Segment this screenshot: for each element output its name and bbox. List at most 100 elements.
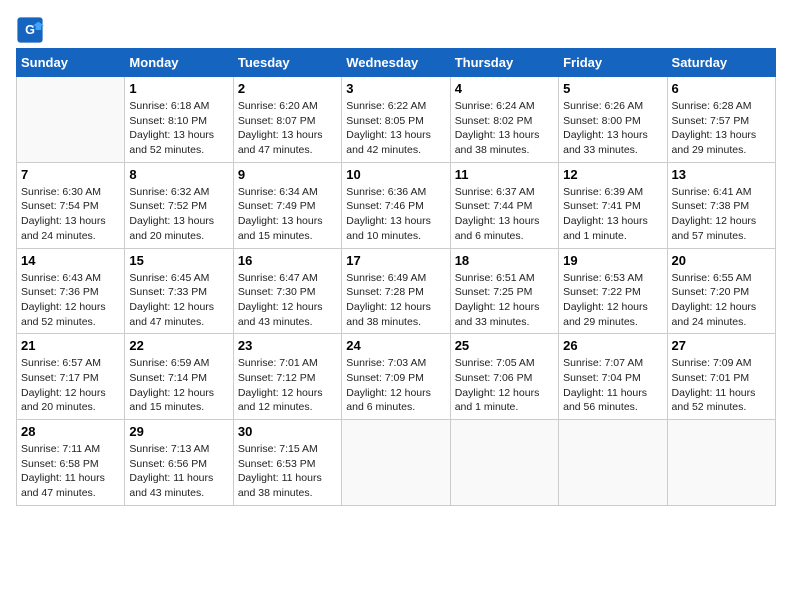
calendar-cell: 29 Sunrise: 7:13 AM Sunset: 6:56 PM Dayli…: [125, 420, 233, 506]
weekday-header-saturday: Saturday: [667, 49, 775, 77]
day-content: Sunrise: 6:45 AM Sunset: 7:33 PM Dayligh…: [129, 271, 228, 330]
day-number: 2: [238, 81, 337, 96]
day-number: 15: [129, 253, 228, 268]
day-content: Sunrise: 7:05 AM Sunset: 7:06 PM Dayligh…: [455, 356, 554, 415]
calendar-cell: 5 Sunrise: 6:26 AM Sunset: 8:00 PM Daylig…: [559, 77, 667, 163]
day-number: 22: [129, 338, 228, 353]
calendar-cell: 23Sunrise: 7:01 AM Sunset: 7:12 PM Dayli…: [233, 334, 341, 420]
day-content: Sunrise: 6:30 AM Sunset: 7:54 PM Dayligh…: [21, 185, 120, 244]
day-number: 18: [455, 253, 554, 268]
day-number: 16: [238, 253, 337, 268]
calendar-cell: 1 Sunrise: 6:18 AM Sunset: 8:10 PM Daylig…: [125, 77, 233, 163]
day-number: 26: [563, 338, 662, 353]
calendar-cell: 7 Sunrise: 6:30 AM Sunset: 7:54 PM Daylig…: [17, 162, 125, 248]
calendar-week-row: 7 Sunrise: 6:30 AM Sunset: 7:54 PM Daylig…: [17, 162, 776, 248]
day-content: Sunrise: 6:26 AM Sunset: 8:00 PM Dayligh…: [563, 99, 662, 158]
calendar-cell: 8 Sunrise: 6:32 AM Sunset: 7:52 PM Daylig…: [125, 162, 233, 248]
weekday-header-thursday: Thursday: [450, 49, 558, 77]
day-content: Sunrise: 6:28 AM Sunset: 7:57 PM Dayligh…: [672, 99, 771, 158]
calendar-cell: 6 Sunrise: 6:28 AM Sunset: 7:57 PM Daylig…: [667, 77, 775, 163]
calendar-cell: 14 Sunrise: 6:43 AM Sunset: 7:36 PM Dayli…: [17, 248, 125, 334]
day-content: Sunrise: 6:20 AM Sunset: 8:07 PM Dayligh…: [238, 99, 337, 158]
day-content: Sunrise: 7:13 AM Sunset: 6:56 PM Dayligh…: [129, 442, 228, 501]
day-number: 20: [672, 253, 771, 268]
weekday-header-friday: Friday: [559, 49, 667, 77]
calendar-cell: [559, 420, 667, 506]
day-number: 21: [21, 338, 120, 353]
day-content: Sunrise: 6:51 AM Sunset: 7:25 PM Dayligh…: [455, 271, 554, 330]
day-content: Sunrise: 7:07 AM Sunset: 7:04 PM Dayligh…: [563, 356, 662, 415]
calendar-cell: 3Sunrise: 6:22 AM Sunset: 8:05 PM Daylig…: [342, 77, 450, 163]
day-content: Sunrise: 7:09 AM Sunset: 7:01 PM Dayligh…: [672, 356, 771, 415]
day-content: Sunrise: 6:18 AM Sunset: 8:10 PM Dayligh…: [129, 99, 228, 158]
calendar-week-row: 1 Sunrise: 6:18 AM Sunset: 8:10 PM Daylig…: [17, 77, 776, 163]
day-content: Sunrise: 7:03 AM Sunset: 7:09 PM Dayligh…: [346, 356, 445, 415]
calendar-cell: [342, 420, 450, 506]
day-number: 29: [129, 424, 228, 439]
day-content: Sunrise: 6:36 AM Sunset: 7:46 PM Dayligh…: [346, 185, 445, 244]
calendar-week-row: 28 Sunrise: 7:11 AM Sunset: 6:58 PM Dayli…: [17, 420, 776, 506]
calendar-cell: 10 Sunrise: 6:36 AM Sunset: 7:46 PM Dayli…: [342, 162, 450, 248]
calendar-cell: 2 Sunrise: 6:20 AM Sunset: 8:07 PM Daylig…: [233, 77, 341, 163]
calendar-cell: 21 Sunrise: 6:57 AM Sunset: 7:17 PM Dayli…: [17, 334, 125, 420]
calendar-cell: 20Sunrise: 6:55 AM Sunset: 7:20 PM Dayli…: [667, 248, 775, 334]
day-content: Sunrise: 6:57 AM Sunset: 7:17 PM Dayligh…: [21, 356, 120, 415]
calendar-cell: 4 Sunrise: 6:24 AM Sunset: 8:02 PM Daylig…: [450, 77, 558, 163]
calendar-cell: 12 Sunrise: 6:39 AM Sunset: 7:41 PM Dayli…: [559, 162, 667, 248]
day-content: Sunrise: 6:24 AM Sunset: 8:02 PM Dayligh…: [455, 99, 554, 158]
day-number: 13: [672, 167, 771, 182]
weekday-header-sunday: Sunday: [17, 49, 125, 77]
calendar-cell: 9Sunrise: 6:34 AM Sunset: 7:49 PM Daylig…: [233, 162, 341, 248]
day-content: Sunrise: 6:39 AM Sunset: 7:41 PM Dayligh…: [563, 185, 662, 244]
calendar-cell: 25 Sunrise: 7:05 AM Sunset: 7:06 PM Dayli…: [450, 334, 558, 420]
day-content: Sunrise: 6:47 AM Sunset: 7:30 PM Dayligh…: [238, 271, 337, 330]
logo-icon: G: [16, 16, 44, 44]
day-number: 7: [21, 167, 120, 182]
day-number: 11: [455, 167, 554, 182]
day-content: Sunrise: 6:32 AM Sunset: 7:52 PM Dayligh…: [129, 185, 228, 244]
day-content: Sunrise: 6:59 AM Sunset: 7:14 PM Dayligh…: [129, 356, 228, 415]
calendar-cell: 19 Sunrise: 6:53 AM Sunset: 7:22 PM Dayli…: [559, 248, 667, 334]
calendar-cell: 13 Sunrise: 6:41 AM Sunset: 7:38 PM Dayli…: [667, 162, 775, 248]
calendar-cell: [17, 77, 125, 163]
calendar-cell: 15 Sunrise: 6:45 AM Sunset: 7:33 PM Dayli…: [125, 248, 233, 334]
calendar-cell: 16 Sunrise: 6:47 AM Sunset: 7:30 PM Dayli…: [233, 248, 341, 334]
day-content: Sunrise: 7:15 AM Sunset: 6:53 PM Dayligh…: [238, 442, 337, 501]
weekday-header-wednesday: Wednesday: [342, 49, 450, 77]
day-number: 12: [563, 167, 662, 182]
calendar-cell: 26 Sunrise: 7:07 AM Sunset: 7:04 PM Dayli…: [559, 334, 667, 420]
calendar-cell: 18 Sunrise: 6:51 AM Sunset: 7:25 PM Dayli…: [450, 248, 558, 334]
day-number: 19: [563, 253, 662, 268]
weekday-header-tuesday: Tuesday: [233, 49, 341, 77]
day-number: 17: [346, 253, 445, 268]
day-number: 14: [21, 253, 120, 268]
day-number: 25: [455, 338, 554, 353]
day-number: 10: [346, 167, 445, 182]
calendar-cell: 24 Sunrise: 7:03 AM Sunset: 7:09 PM Dayli…: [342, 334, 450, 420]
calendar-cell: 22 Sunrise: 6:59 AM Sunset: 7:14 PM Dayli…: [125, 334, 233, 420]
day-number: 6: [672, 81, 771, 96]
weekday-header-monday: Monday: [125, 49, 233, 77]
day-content: Sunrise: 6:41 AM Sunset: 7:38 PM Dayligh…: [672, 185, 771, 244]
weekday-header-row: SundayMondayTuesdayWednesdayThursdayFrid…: [17, 49, 776, 77]
calendar-cell: [450, 420, 558, 506]
calendar-cell: 11 Sunrise: 6:37 AM Sunset: 7:44 PM Dayli…: [450, 162, 558, 248]
day-content: Sunrise: 6:43 AM Sunset: 7:36 PM Dayligh…: [21, 271, 120, 330]
day-content: Sunrise: 6:22 AM Sunset: 8:05 PM Dayligh…: [346, 99, 445, 158]
calendar-cell: 30 Sunrise: 7:15 AM Sunset: 6:53 PM Dayli…: [233, 420, 341, 506]
day-content: Sunrise: 7:11 AM Sunset: 6:58 PM Dayligh…: [21, 442, 120, 501]
day-content: Sunrise: 6:53 AM Sunset: 7:22 PM Dayligh…: [563, 271, 662, 330]
calendar-week-row: 14 Sunrise: 6:43 AM Sunset: 7:36 PM Dayli…: [17, 248, 776, 334]
day-number: 24: [346, 338, 445, 353]
day-number: 28: [21, 424, 120, 439]
calendar-cell: [667, 420, 775, 506]
day-content: Sunrise: 6:49 AM Sunset: 7:28 PM Dayligh…: [346, 271, 445, 330]
day-number: 4: [455, 81, 554, 96]
calendar-week-row: 21 Sunrise: 6:57 AM Sunset: 7:17 PM Dayli…: [17, 334, 776, 420]
day-number: 30: [238, 424, 337, 439]
day-number: 1: [129, 81, 228, 96]
day-content: Sunrise: 6:37 AM Sunset: 7:44 PM Dayligh…: [455, 185, 554, 244]
day-number: 5: [563, 81, 662, 96]
day-number: 23: [238, 338, 337, 353]
day-number: 8: [129, 167, 228, 182]
